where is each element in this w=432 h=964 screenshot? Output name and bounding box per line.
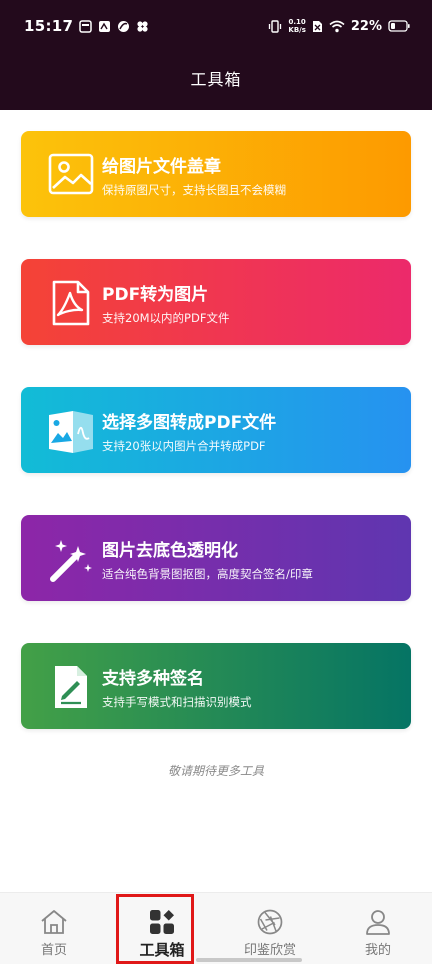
notification-note-icon	[98, 20, 111, 33]
card-title: 图片去底色透明化	[102, 541, 238, 561]
card-subtitle: 支持20张以内图片合并转成PDF	[102, 439, 266, 453]
card-subtitle: 支持20M以内的PDF文件	[102, 311, 230, 325]
card-title: 给图片文件盖章	[102, 157, 221, 177]
tab-label: 印鉴欣赏	[243, 943, 296, 958]
home-indicator[interactable]	[196, 958, 302, 962]
tab-mine[interactable]: 我的	[324, 893, 432, 964]
status-right: 0.10 KB/s 22%	[268, 18, 410, 34]
no-sim-icon	[312, 20, 323, 33]
card-subtitle: 适合纯色背景图抠图，高度契合签名/印章	[102, 567, 313, 581]
tool-card-remove-background[interactable]: 图片去底色透明化 适合纯色背景图抠图，高度契合签名/印章	[21, 515, 411, 601]
card-title: 支持多种签名	[102, 669, 204, 689]
wifi-icon	[329, 20, 345, 33]
tool-card-images-to-pdf[interactable]: 选择多图转成PDF文件 支持20张以内图片合并转成PDF	[21, 387, 411, 473]
signature-file-icon	[47, 663, 95, 711]
card-title: PDF转为图片	[102, 285, 209, 305]
magic-wand-icon	[47, 535, 95, 583]
status-time: 15:17	[24, 17, 74, 35]
tab-seal-gallery[interactable]: 印鉴欣赏	[216, 893, 324, 964]
notification-app-icon	[79, 19, 92, 33]
card-subtitle: 支持手写模式和扫描识别模式	[102, 695, 252, 709]
battery-icon	[388, 20, 410, 32]
active-tab-highlight	[116, 894, 194, 964]
notification-flower-icon	[136, 20, 149, 33]
net-speed: 0.10 KB/s	[288, 18, 305, 34]
notification-swirl-icon	[117, 20, 130, 33]
net-speed-unit: KB/s	[288, 26, 306, 34]
pdf-file-icon	[47, 279, 95, 327]
vibrate-icon	[268, 19, 282, 33]
tab-label: 首页	[40, 943, 67, 958]
page-title: 工具箱	[190, 70, 242, 89]
app-header: 15:17 0.10 KB/s 22% 工具箱	[0, 0, 432, 110]
images-to-pdf-icon	[47, 407, 95, 455]
user-icon	[363, 907, 393, 937]
tool-card-signature[interactable]: 支持多种签名 支持手写模式和扫描识别模式	[21, 643, 411, 729]
image-icon	[47, 151, 95, 199]
card-subtitle: 保持原图尺寸，支持长图且不会模糊	[102, 183, 286, 197]
tab-home[interactable]: 首页	[0, 893, 108, 964]
more-tools-note: 敬请期待更多工具	[167, 764, 264, 778]
battery-level: 22%	[350, 18, 382, 34]
tab-label: 我的	[364, 943, 391, 958]
aperture-icon	[255, 907, 285, 937]
status-bar: 15:17 0.10 KB/s 22%	[0, 0, 432, 52]
card-title: 选择多图转成PDF文件	[102, 413, 277, 433]
bottom-tab-bar: 首页 工具箱 印鉴欣赏 我的	[0, 892, 432, 964]
tool-card-stamp-image[interactable]: 给图片文件盖章 保持原图尺寸，支持长图且不会模糊	[21, 131, 411, 217]
status-left: 15:17	[24, 17, 149, 35]
net-speed-value: 0.10	[288, 18, 306, 26]
home-icon	[39, 907, 69, 937]
tool-card-pdf-to-image[interactable]: PDF转为图片 支持20M以内的PDF文件	[21, 259, 411, 345]
